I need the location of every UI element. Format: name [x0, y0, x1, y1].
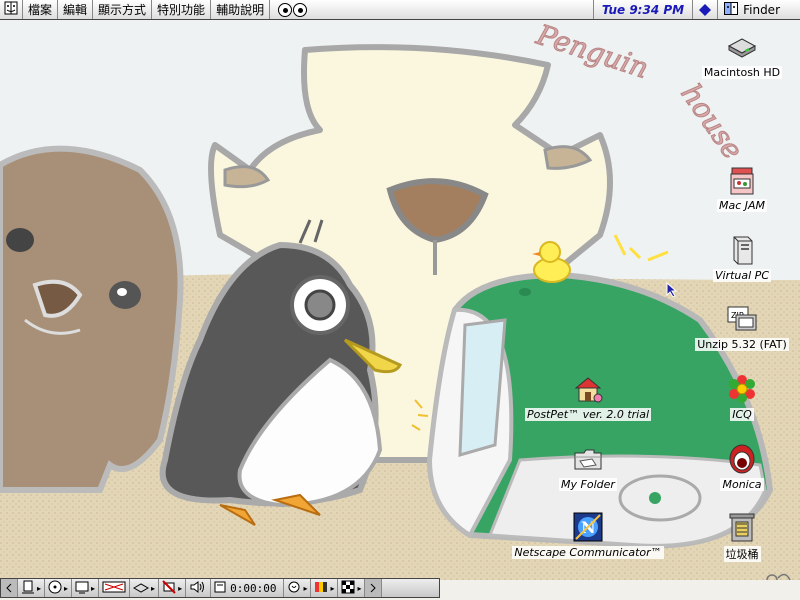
- cd-time-display: 0:00:00: [230, 581, 277, 595]
- desktop-icon-mac-jam[interactable]: Mac JAM: [652, 163, 800, 212]
- menu-edit[interactable]: 編輯: [58, 0, 94, 19]
- monitor-depth-strip[interactable]: ▸: [72, 579, 100, 597]
- icon-label: ICQ: [730, 408, 754, 421]
- appletalk-switch[interactable]: ▸: [18, 579, 46, 597]
- network-icon: [21, 580, 35, 597]
- color-bars-icon: [314, 580, 328, 597]
- icon-label: Virtual PC: [713, 269, 771, 282]
- hard-drive-icon: [725, 30, 759, 64]
- netscape-icon: N: [571, 510, 605, 544]
- desktop-icon-icq[interactable]: ICQ: [652, 372, 800, 421]
- mac-os-icon: [4, 1, 18, 18]
- icon-label: Netscape Communicator™: [512, 546, 664, 559]
- file-sharing-icon: [102, 580, 126, 597]
- chevron-right-icon: ▸: [91, 583, 96, 593]
- menu-help[interactable]: 輔助說明: [211, 0, 271, 19]
- icon-label: Mac JAM: [716, 199, 768, 212]
- menu-bar: 檔案 編輯 顯示方式 特別功能 輔助說明 Tue 9:34 PM Finder: [0, 0, 800, 20]
- chevron-right-icon: ▸: [303, 583, 308, 593]
- apple-menu[interactable]: [0, 0, 23, 19]
- icon-label: My Folder: [559, 478, 617, 491]
- speech-icon: [287, 580, 301, 597]
- desktop-icon-postpet[interactable]: PostPet™ ver. 2.0 trial: [498, 372, 678, 421]
- icon-label: Monica: [720, 478, 764, 491]
- control-strip-tab[interactable]: [1, 579, 18, 597]
- speech-strip[interactable]: ▸: [284, 579, 312, 597]
- icon-label: Macintosh HD: [701, 66, 783, 79]
- menubar-clock[interactable]: Tue 9:34 PM: [592, 0, 694, 19]
- unzip-icon: ZIP: [725, 302, 759, 336]
- eyes-icon: [270, 0, 315, 19]
- chevron-right-icon: ▸: [178, 583, 183, 593]
- control-strip-end-tab[interactable]: [365, 579, 383, 597]
- desktop-icon-netscape[interactable]: N Netscape Communicator™: [498, 510, 678, 559]
- file-sharing-strip[interactable]: [99, 579, 131, 597]
- menu-file[interactable]: 檔案: [23, 0, 59, 19]
- desktop-icon-trash[interactable]: 垃圾桶: [652, 510, 800, 562]
- chevron-right-icon: ▸: [357, 583, 362, 593]
- desktop-icon-macintosh-hd[interactable]: Macintosh HD: [652, 30, 800, 79]
- diamond-icon[interactable]: [693, 0, 719, 19]
- chevron-right-icon: ▸: [151, 583, 156, 593]
- chevron-right-icon: ▸: [64, 583, 69, 593]
- chevron-right-icon: ▸: [330, 583, 335, 593]
- sound-volume-strip[interactable]: [186, 579, 212, 597]
- mouse-pointer-icon: [666, 282, 678, 298]
- folder-icon: [571, 442, 605, 476]
- postpet-house-icon: [571, 372, 605, 406]
- pc-tower-icon: [725, 233, 759, 267]
- desktop-icon-unzip[interactable]: ZIP Unzip 5.32 (FAT): [652, 302, 800, 351]
- speaker-icon: [189, 580, 207, 597]
- desktop-icon-monica[interactable]: Monica: [652, 442, 800, 491]
- printer-strip[interactable]: ▸: [159, 579, 187, 597]
- keyboard-strip[interactable]: ▸: [130, 579, 160, 597]
- menu-special[interactable]: 特別功能: [152, 0, 212, 19]
- monitor-icon: [75, 580, 89, 597]
- web-sharing-strip[interactable]: ▸: [338, 579, 366, 597]
- desktop[interactable]: Penguin house: [0, 20, 800, 580]
- icq-flower-icon: [725, 372, 759, 406]
- desktop-icon-virtual-pc[interactable]: Virtual PC: [652, 233, 800, 282]
- chevron-right-icon: ▸: [37, 583, 42, 593]
- menu-view[interactable]: 顯示方式: [93, 0, 153, 19]
- seal-drawing: [0, 145, 184, 493]
- location-manager-strip[interactable]: ▸: [311, 579, 339, 597]
- application-menu[interactable]: Finder: [718, 0, 800, 19]
- desktop-icon-my-folder[interactable]: My Folder: [498, 442, 678, 491]
- trash-icon: [725, 510, 759, 544]
- cd-strip-item[interactable]: ▸: [45, 579, 73, 597]
- icon-label: 垃圾桶: [723, 546, 761, 562]
- cd-player-icon: [214, 580, 226, 597]
- icon-label: Unzip 5.32 (FAT): [695, 338, 789, 351]
- application-name: Finder: [743, 2, 780, 17]
- jam-jar-icon: [725, 163, 759, 197]
- keyboard-icon: [133, 580, 150, 597]
- monica-icon: [725, 442, 759, 476]
- cd-icon: [48, 580, 62, 597]
- control-strip[interactable]: ▸ ▸ ▸ ▸ ▸ 0:00:00 ▸ ▸ ▸: [0, 578, 440, 598]
- cd-player-strip[interactable]: 0:00:00: [211, 579, 285, 597]
- printer-disabled-icon: [162, 579, 176, 597]
- finder-icon: [724, 1, 739, 18]
- icon-label: PostPet™ ver. 2.0 trial: [524, 408, 652, 421]
- checker-icon: [341, 580, 355, 597]
